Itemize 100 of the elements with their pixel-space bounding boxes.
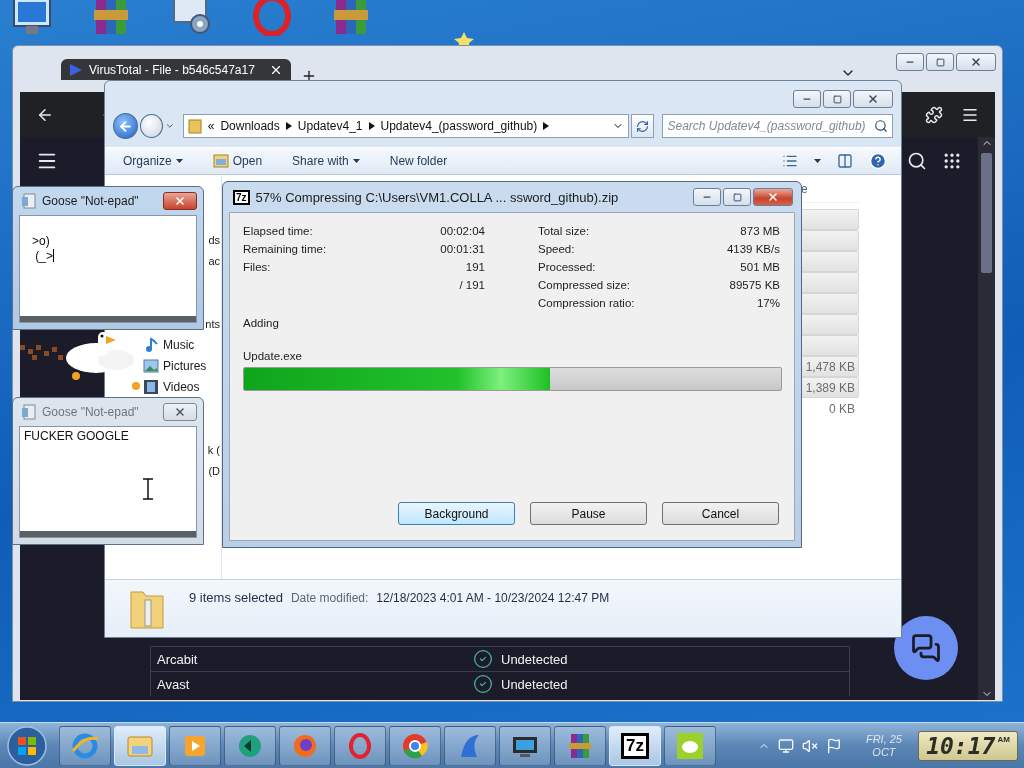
dropdown-caret-icon: [352, 159, 360, 163]
maximize-icon: [935, 57, 945, 67]
apps-grid-icon[interactable]: [942, 151, 962, 171]
stat-value: / 191: [459, 279, 485, 291]
flag-icon: [7, 725, 47, 766]
engine-name: Arcabit: [156, 651, 199, 667]
window-icon: [212, 154, 229, 168]
stat-value: 501 MB: [740, 261, 780, 273]
film-strip-icon: [143, 378, 159, 395]
taskbar-button[interactable]: [499, 725, 551, 766]
stat-label: Speed:: [538, 243, 575, 255]
close-button[interactable]: [956, 53, 996, 71]
taskbar-button[interactable]: [444, 725, 496, 766]
close-button[interactable]: [753, 188, 793, 206]
breadcrumb-item[interactable]: Updatev4_1: [297, 119, 363, 133]
taskbar-button[interactable]: [59, 725, 111, 766]
command-button[interactable]: Share with: [292, 154, 360, 168]
dropdown-caret-icon[interactable]: [814, 159, 821, 163]
navigation-item[interactable]: Videos: [143, 376, 200, 397]
close-button[interactable]: [163, 403, 197, 421]
close-button[interactable]: [163, 192, 197, 210]
maximize-icon: [732, 192, 742, 202]
history-caret-icon[interactable]: [165, 121, 175, 131]
bird-icon: [675, 730, 705, 761]
tab-title: VirusTotal - File - b546c547a17: [89, 62, 256, 77]
stat-label: Remaining time:: [243, 243, 327, 255]
navigation-item[interactable]: ac: [208, 250, 220, 271]
flag-icon[interactable]: [825, 737, 842, 754]
help-icon[interactable]: [869, 152, 887, 170]
breadcrumb-arrow-icon[interactable]: [543, 122, 550, 130]
command-button[interactable]: Open: [212, 154, 263, 168]
taskbar-button[interactable]: [224, 725, 276, 766]
taskbar-button[interactable]: [554, 725, 606, 766]
maximize-button[interactable]: [926, 53, 954, 71]
close-button[interactable]: [853, 90, 893, 108]
monitor-icon[interactable]: [10, 0, 54, 36]
taskbar-button[interactable]: [664, 725, 716, 766]
search-field[interactable]: Search Updatev4_(password_github): [662, 114, 893, 138]
breadcrumb-item[interactable]: Updatev4_(password_github): [380, 119, 538, 133]
minimize-button[interactable]: [693, 188, 721, 206]
stat-value: 89575 KB: [729, 279, 780, 291]
minimize-button[interactable]: [793, 90, 821, 108]
mud-footprints-drawing: [18, 343, 64, 363]
selection-summary: 9 items selected: [189, 590, 283, 605]
scrollbar-thumb[interactable]: [981, 153, 992, 273]
back-button[interactable]: [113, 113, 139, 139]
stat-value: 17%: [756, 297, 780, 309]
taskbar-button[interactable]: [169, 725, 221, 766]
stat-value: 4139 KB/s: [726, 243, 780, 255]
navigation-item[interactable]: ds: [208, 229, 220, 250]
navigation-item[interactable]: (D: [208, 460, 220, 481]
breadcrumb-item[interactable]: Downloads: [220, 119, 280, 133]
dialog-button[interactable]: Cancel: [662, 502, 779, 525]
search-icon: [874, 119, 888, 133]
stat-label: Total size:: [538, 225, 590, 237]
stat-label: Compressed size:: [538, 279, 631, 291]
picture-icon: [143, 357, 159, 374]
preview-pane-icon[interactable]: [837, 153, 853, 169]
dialog-button[interactable]: Pause: [530, 502, 647, 525]
scrollbar[interactable]: [978, 137, 995, 700]
start-button[interactable]: [4, 724, 50, 767]
breadcrumb-arrow-icon[interactable]: [285, 122, 292, 130]
overflow-chevrons[interactable]: «: [207, 119, 215, 133]
stat-value: 00:02:04: [440, 225, 485, 237]
address-bar[interactable]: « Downloads Updatev4_1 Updatev4_(password_github): [182, 114, 630, 138]
app-logo: 7z: [233, 189, 250, 205]
maximize-button[interactable]: [823, 90, 851, 108]
command-button[interactable]: New folder: [389, 154, 448, 168]
view-options-icon[interactable]: [782, 153, 798, 169]
stat-label: Processed:: [538, 261, 596, 273]
breadcrumb-arrow-icon[interactable]: [368, 122, 375, 130]
close-icon: [867, 93, 879, 105]
verdict-text: Undetected: [500, 651, 568, 667]
navigation-item[interactable]: Music: [143, 334, 195, 355]
chat-icon: [911, 633, 941, 663]
dialog-button[interactable]: Background: [398, 502, 515, 525]
minimize-button[interactable]: [896, 53, 924, 71]
navigation-item[interactable]: Pictures: [143, 355, 207, 376]
operation-text: Adding: [243, 316, 280, 331]
refresh-button[interactable]: [631, 114, 655, 138]
taskbar-button[interactable]: 7z: [609, 725, 661, 766]
network-icon[interactable]: [777, 737, 794, 754]
extensions-icon[interactable]: [925, 105, 943, 124]
taskbar-button[interactable]: [389, 725, 441, 766]
command-button[interactable]: Organize: [123, 154, 183, 168]
taskbar-button[interactable]: [334, 725, 386, 766]
close-icon: [174, 406, 186, 418]
close-icon: [970, 56, 982, 68]
navigation-item[interactable]: k (: [207, 439, 220, 460]
close-icon: [767, 191, 779, 203]
forward-button[interactable]: [140, 114, 164, 138]
file-size: 0 KB: [828, 401, 856, 416]
taskbar-button[interactable]: [279, 725, 331, 766]
search-icon[interactable]: [907, 151, 927, 171]
maximize-button[interactable]: [723, 188, 751, 206]
notepad-icon: [21, 404, 37, 420]
browser-tab[interactable]: VirusTotal - File - b546c547a17: [61, 59, 291, 80]
speaker-muted-icon[interactable]: [801, 737, 818, 754]
file-size: 1,478 KB: [804, 359, 856, 374]
navigation-item[interactable]: nts: [205, 313, 220, 334]
